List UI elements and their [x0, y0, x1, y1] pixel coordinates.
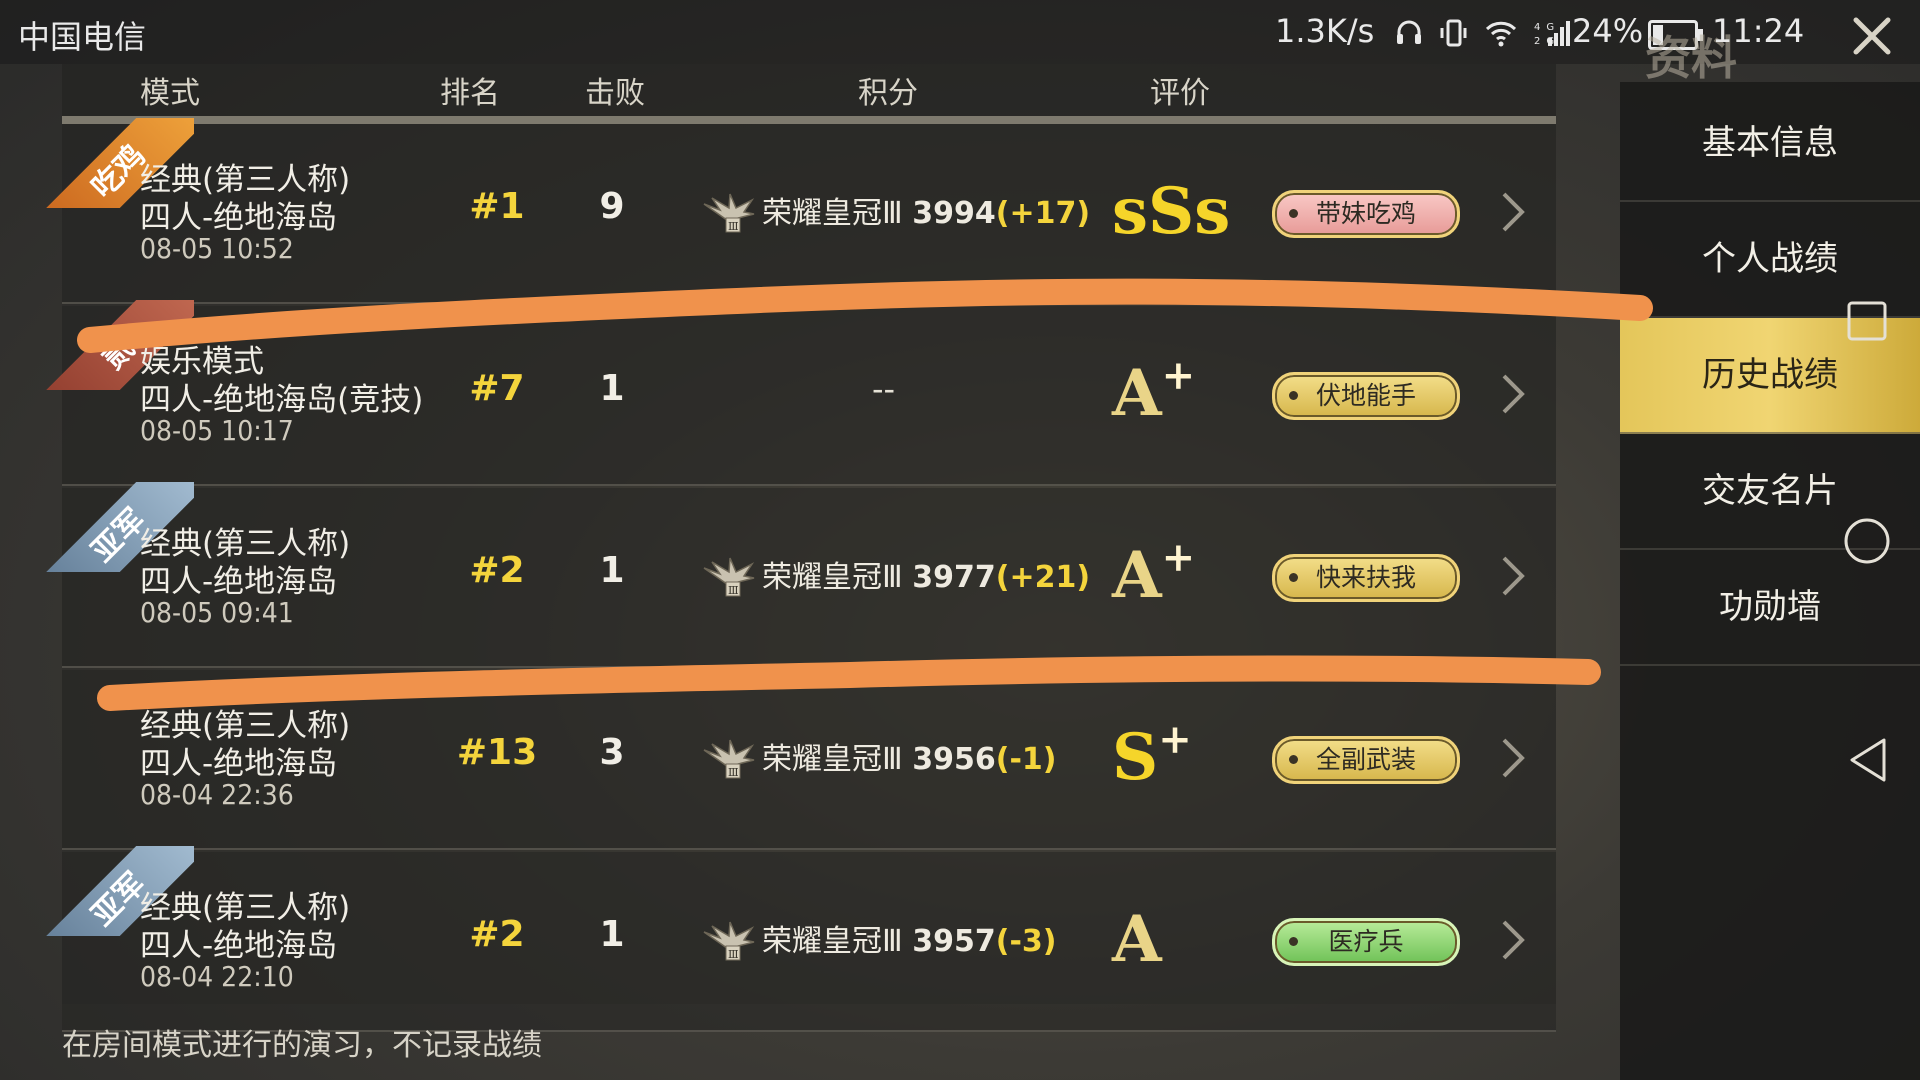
- grade-letter: A: [1112, 902, 1162, 977]
- score-value: 荣耀皇冠Ⅲ 3977(+21): [762, 552, 1090, 596]
- clock: 11:24: [1712, 12, 1805, 50]
- tier-name: 荣耀皇冠Ⅲ: [762, 560, 903, 595]
- cell-signal-icon: 4G2G: [1534, 20, 1570, 47]
- mode-map: 四人-绝地海岛: [140, 200, 338, 236]
- mode-map: 四人-绝地海岛: [140, 564, 338, 600]
- rank-value: #7: [469, 368, 525, 409]
- svg-text:Ⅲ: Ⅲ: [728, 948, 739, 961]
- menu-item-basic-info[interactable]: 基本信息: [1620, 86, 1920, 202]
- table-row[interactable]: 吃鸡 经典(第三人称) 四人-绝地海岛 08-05 10:52 #1 9 Ⅲ 荣…: [44, 118, 1556, 304]
- score-delta: (+17): [995, 196, 1091, 231]
- chevron-right-icon[interactable]: [1498, 736, 1528, 780]
- tier-name: 荣耀皇冠Ⅲ: [762, 742, 903, 777]
- carrier-name: 中国电信: [18, 18, 147, 56]
- kills-value: 3: [599, 732, 625, 773]
- rank-value: #2: [469, 550, 525, 591]
- grade-plus: +: [1161, 534, 1196, 581]
- mode-map: 四人-绝地海岛: [140, 928, 338, 964]
- table-row[interactable]: 亚军 经典(第三人称) 四人-绝地海岛 08-05 09:41 #2 1 Ⅲ 荣…: [44, 482, 1556, 668]
- score-value: 荣耀皇冠Ⅲ 3957(-3): [762, 916, 1056, 960]
- tier-name: 荣耀皇冠Ⅲ: [762, 924, 903, 959]
- kills-value: 9: [599, 186, 625, 227]
- vibrate-icon: [1440, 19, 1467, 46]
- match-time: 08-04 22:10: [140, 960, 294, 993]
- grade-letter: sSs: [1112, 174, 1231, 249]
- grade-plus: +: [1161, 352, 1196, 399]
- grade-letter: A: [1112, 538, 1162, 613]
- svg-text:Ⅲ: Ⅲ: [728, 766, 739, 779]
- header-rank: 排名: [440, 76, 500, 111]
- crown-tier-icon: Ⅲ: [703, 557, 755, 597]
- header-divider: [62, 116, 1556, 124]
- chevron-right-icon[interactable]: [1498, 918, 1528, 962]
- chevron-right-icon[interactable]: [1498, 554, 1528, 598]
- kills-value: 1: [599, 368, 625, 409]
- status-bar: 中国电信 1.3K/s 4G 2G 24% 资料 11:24: [0, 0, 1920, 85]
- score-delta: (-3): [995, 924, 1057, 959]
- match-time: 08-05 10:52: [140, 232, 294, 265]
- score-number: 3994: [912, 196, 996, 231]
- score-empty: --: [872, 370, 896, 408]
- score-delta: (-1): [995, 742, 1057, 777]
- close-icon[interactable]: [1850, 14, 1894, 58]
- svg-text:Ⅲ: Ⅲ: [728, 584, 739, 597]
- grade-letter: A: [1112, 356, 1162, 431]
- match-time: 08-05 09:41: [140, 596, 294, 629]
- grade: sSs: [1112, 174, 1230, 249]
- match-time: 08-05 10:17: [140, 414, 294, 447]
- table-row[interactable]: 经典(第三人称) 四人-绝地海岛 08-04 22:36 #13 3 Ⅲ 荣耀皇…: [62, 670, 1556, 850]
- table-row[interactable]: 亚军 经典(第三人称) 四人-绝地海岛 08-04 22:10 #2 1 Ⅲ 荣…: [44, 846, 1556, 1032]
- svg-text:4G: 4G: [1534, 22, 1560, 33]
- grade-plus: +: [1158, 716, 1192, 763]
- grade: A+: [1112, 534, 1195, 613]
- home-circle-icon[interactable]: [1842, 516, 1892, 566]
- network-speed: 1.3K/s: [1275, 12, 1375, 50]
- signal-icons: 4G 2G: [1395, 14, 1572, 49]
- mode-map: 四人-绝地海岛(竞技): [140, 382, 424, 418]
- header-mode: 模式: [140, 76, 200, 111]
- kills-value: 1: [599, 914, 625, 955]
- grade-letter: S: [1112, 720, 1159, 795]
- back-triangle-icon[interactable]: [1846, 736, 1890, 784]
- svg-text:Ⅲ: Ⅲ: [728, 220, 739, 233]
- score-value: 荣耀皇冠Ⅲ 3994(+17): [762, 188, 1090, 232]
- grade: A: [1112, 902, 1162, 977]
- table-row[interactable]: 贰 娱乐模式 四人-绝地海岛(竞技) 08-05 10:17 #7 1 -- A…: [44, 300, 1556, 486]
- crown-tier-icon: Ⅲ: [703, 193, 755, 233]
- svg-text:2G: 2G: [1534, 36, 1560, 47]
- crown-tier-icon: Ⅲ: [703, 921, 755, 961]
- rank-value: #2: [469, 914, 525, 955]
- headset-icon: [1397, 20, 1421, 44]
- chevron-right-icon[interactable]: [1498, 190, 1528, 234]
- title-badge: 伏地能手: [1272, 372, 1460, 420]
- score-number: 3956: [912, 742, 996, 777]
- rank-value: #1: [469, 186, 525, 227]
- kills-value: 1: [599, 550, 625, 591]
- header-score: 积分: [858, 76, 918, 111]
- chevron-right-icon[interactable]: [1498, 372, 1528, 416]
- footnote: 在房间模式进行的演习，不记录战绩: [62, 1028, 542, 1063]
- score-delta: (+21): [995, 560, 1091, 595]
- recents-square-icon[interactable]: [1846, 300, 1888, 342]
- header-rating: 评价: [1150, 76, 1210, 111]
- title-badge: 全副武装: [1272, 736, 1460, 784]
- grade: S+: [1112, 716, 1192, 795]
- tier-name: 荣耀皇冠Ⅲ: [762, 196, 903, 231]
- wifi-icon: [1486, 21, 1517, 46]
- title-badge: 快来扶我: [1272, 554, 1460, 602]
- rank-value: #13: [456, 732, 538, 773]
- table-header: [62, 64, 1556, 120]
- header-kills: 击败: [585, 76, 645, 111]
- grade: A+: [1112, 352, 1195, 431]
- crown-tier-icon: Ⅲ: [703, 739, 755, 779]
- score-value: 荣耀皇冠Ⅲ 3956(-1): [762, 734, 1056, 778]
- mode-map: 四人-绝地海岛: [140, 746, 338, 782]
- title-badge: 带妹吃鸡: [1272, 190, 1460, 238]
- title-badge: 医疗兵: [1272, 918, 1460, 966]
- battery-percent: 24%: [1572, 12, 1644, 50]
- score-number: 3977: [912, 560, 996, 595]
- menu-item-honor-wall[interactable]: 功勋墙: [1620, 550, 1920, 666]
- match-time: 08-04 22:36: [140, 778, 294, 811]
- score-number: 3957: [912, 924, 996, 959]
